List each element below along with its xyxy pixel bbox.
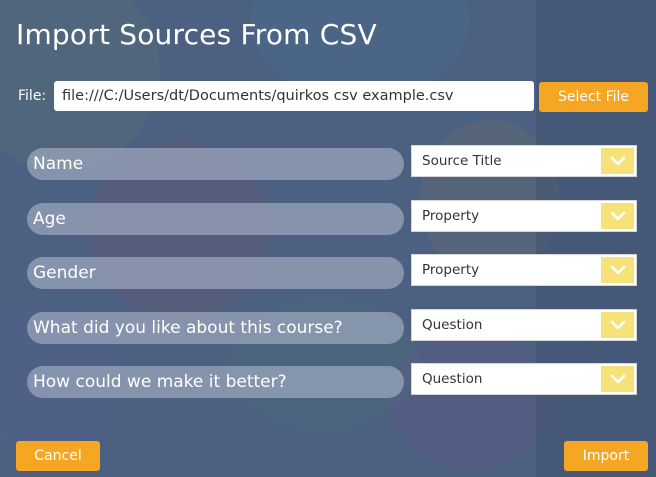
chevron-down-icon[interactable] [601, 366, 634, 392]
dialog-title: Import Sources From CSV [16, 18, 377, 51]
column-label-course-like: What did you like about this course? [27, 312, 404, 344]
file-label: File: [18, 88, 47, 104]
select-file-button[interactable]: Select File [539, 82, 648, 112]
select-value: Question [422, 317, 483, 333]
mapping-select-improve[interactable]: Question [411, 363, 637, 395]
chevron-down-icon[interactable] [601, 203, 634, 229]
mapping-select-course-like[interactable]: Question [411, 309, 637, 341]
cancel-button[interactable]: Cancel [16, 441, 100, 471]
select-value: Source Title [422, 153, 502, 169]
mapping-select-gender[interactable]: Property [411, 254, 637, 286]
column-label-improve: How could we make it better? [27, 366, 404, 398]
select-value: Property [422, 262, 480, 278]
column-label-gender: Gender [27, 257, 404, 289]
chevron-down-icon[interactable] [601, 257, 634, 283]
import-csv-dialog: Import Sources From CSV File: Select Fil… [0, 0, 656, 477]
select-value: Question [422, 371, 483, 387]
column-label-name: Name [27, 148, 404, 180]
mapping-select-name[interactable]: Source Title [411, 145, 637, 177]
mapping-select-age[interactable]: Property [411, 200, 637, 232]
column-label-age: Age [27, 203, 404, 235]
chevron-down-icon[interactable] [601, 148, 634, 174]
file-path-input[interactable] [54, 81, 534, 111]
chevron-down-icon[interactable] [601, 312, 634, 338]
import-button[interactable]: Import [564, 441, 648, 471]
select-value: Property [422, 208, 480, 224]
